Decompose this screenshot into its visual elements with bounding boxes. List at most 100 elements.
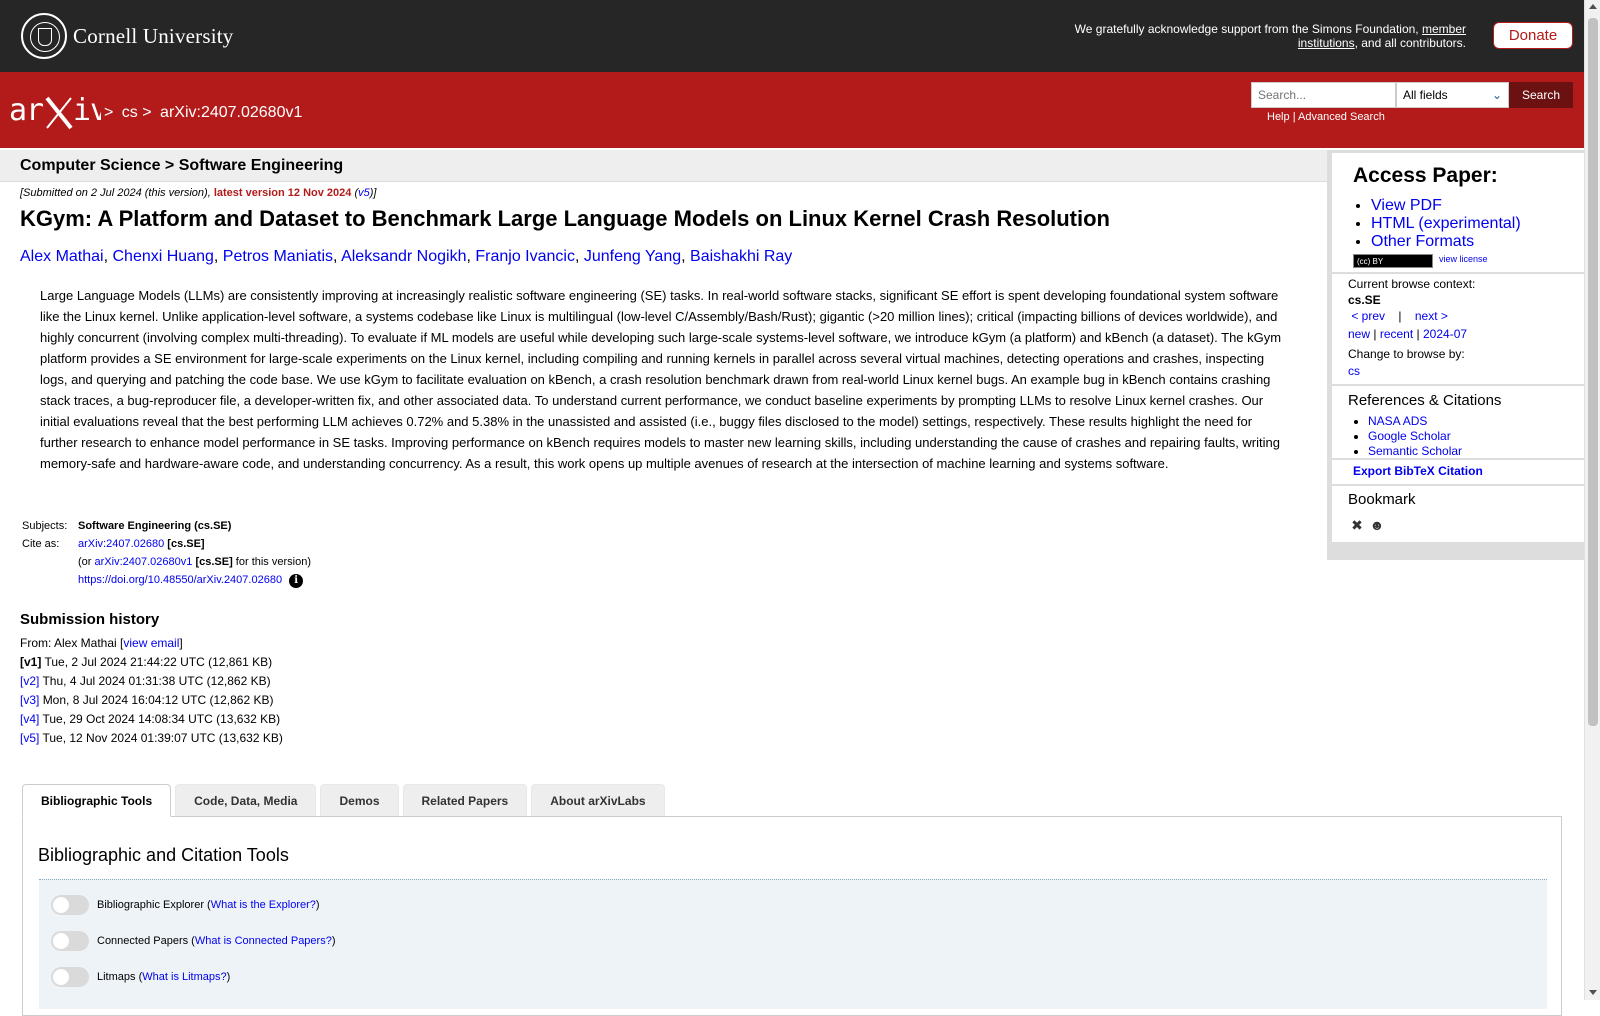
new-link[interactable]: new (1348, 327, 1370, 341)
explorer-help-link[interactable]: What is the Explorer? (211, 899, 316, 911)
advanced-search-link[interactable]: Advanced Search (1298, 111, 1385, 123)
references-box: References & Citations NASA ADS Google S… (1332, 386, 1585, 458)
arxiv-logo-icon: ar iv (9, 93, 108, 130)
view-license-link[interactable]: view license (1439, 254, 1488, 264)
cornell-logo[interactable]: Cornell University (21, 13, 234, 59)
view-email-link[interactable]: view email (123, 636, 179, 650)
scroll-thumb[interactable] (1588, 18, 1598, 726)
tab-about-arxivlabs[interactable]: About arXivLabs (531, 784, 665, 816)
tool-bibliographic-explorer: Bibliographic Explorer (What is the Expl… (51, 895, 320, 915)
chevron-down-icon: ⌄ (1491, 88, 1502, 102)
bibsonomy-icon[interactable]: ✖ (1348, 516, 1366, 534)
latest-version-link[interactable]: latest version 12 Nov 2024 (214, 187, 352, 199)
tab-bibliographic-tools[interactable]: Bibliographic Tools (22, 784, 172, 817)
version-link[interactable]: [v5] (20, 731, 39, 745)
help-link[interactable]: Help (1267, 111, 1290, 123)
month-link[interactable]: 2024-07 (1423, 327, 1467, 341)
version-row: [v3] Mon, 8 Jul 2024 16:04:12 UTC (12,86… (20, 693, 274, 707)
version-row: [v4] Tue, 29 Oct 2024 14:08:34 UTC (13,6… (20, 712, 281, 726)
search-input[interactable] (1251, 82, 1396, 108)
cc-license-badge[interactable]: (cc) BY (1353, 254, 1433, 268)
explorer-toggle[interactable] (51, 895, 89, 915)
abstract: Large Language Models (LLMs) are consist… (40, 288, 1282, 471)
author-link[interactable]: Franjo Ivancic (475, 248, 575, 265)
author-link[interactable]: Petros Maniatis (223, 248, 333, 265)
connected-papers-help-link[interactable]: What is Connected Papers? (195, 935, 332, 947)
browse-cs-link[interactable]: cs (1348, 364, 1360, 378)
recent-link[interactable]: recent (1380, 327, 1413, 341)
help-links: Help | Advanced Search (1267, 111, 1385, 123)
breadcrumb-cs[interactable]: cs (122, 104, 138, 121)
paper-title: KGym: A Platform and Dataset to Benchmar… (20, 206, 1110, 231)
version-row: [v2] Thu, 4 Jul 2024 01:31:38 UTC (12,86… (20, 674, 271, 688)
cornell-seal-icon (21, 13, 67, 59)
cite-id-link[interactable]: arXiv:2407.02680 (78, 538, 164, 550)
change-browse-label: Change to browse by: (1348, 347, 1465, 361)
access-paper-box: Access Paper: View PDF HTML (experimenta… (1332, 153, 1585, 272)
version-link[interactable]: [v3] (20, 693, 39, 707)
cite-label: Cite as: (22, 538, 60, 550)
arxiv-logo[interactable]: ar iv (9, 90, 108, 141)
author-link[interactable]: Baishakhi Ray (690, 248, 792, 265)
view-pdf-link[interactable]: View PDF (1371, 197, 1442, 214)
support-text: We gratefully acknowledge support from t… (1074, 22, 1466, 50)
tool-connected-papers: Connected Papers (What is Connected Pape… (51, 931, 336, 951)
author-link[interactable]: Alex Mathai (20, 248, 104, 265)
prev-link[interactable]: < prev (1351, 309, 1385, 323)
version-row: [v1] Tue, 2 Jul 2024 21:44:22 UTC (12,86… (20, 655, 273, 669)
litmaps-help-link[interactable]: What is Litmaps? (142, 971, 226, 983)
author-link[interactable]: Chenxi Huang (112, 248, 213, 265)
author-list: Alex Mathai, Chenxi Huang, Petros Maniat… (20, 248, 793, 265)
version-link[interactable]: [v2] (20, 674, 39, 688)
donate-button[interactable]: Donate (1493, 22, 1573, 49)
bibtex-box: Export BibTeX Citation (1332, 460, 1585, 484)
right-sidebar: Access Paper: View PDF HTML (experimenta… (1327, 150, 1585, 560)
version-row: [v5] Tue, 12 Nov 2024 01:39:07 UTC (13,6… (20, 731, 283, 745)
search-button[interactable]: Search (1509, 82, 1573, 108)
svg-text:iv: iv (73, 93, 101, 128)
access-paper-title: Access Paper: (1353, 164, 1498, 187)
submission-history-title: Submission history (20, 611, 160, 628)
author-link[interactable]: Junfeng Yang (584, 248, 681, 265)
search-field-select[interactable]: All fields ⌄ (1396, 82, 1509, 108)
subjects-value: Software Engineering (cs.SE) (78, 520, 232, 532)
breadcrumb-paper-id: arXiv:2407.02680v1 (160, 104, 303, 121)
access-links: View PDF HTML (experimental) Other Forma… (1371, 197, 1521, 251)
next-link[interactable]: next > (1415, 309, 1448, 323)
author-link[interactable]: Aleksandr Nogikh (341, 248, 466, 265)
cite-v1-link[interactable]: arXiv:2407.02680v1 (95, 556, 193, 568)
scroll-down-arrow-icon[interactable] (1589, 990, 1597, 995)
info-icon[interactable]: i (289, 574, 304, 588)
semantic-scholar-link[interactable]: Semantic Scholar (1368, 444, 1462, 458)
subjects-label: Subjects: (22, 520, 68, 532)
litmaps-toggle[interactable] (51, 967, 89, 987)
latest-version-number-link[interactable]: v5 (358, 187, 370, 199)
submission-history: From: Alex Mathai [view email] [v1] Tue,… (20, 634, 283, 748)
connected-papers-toggle[interactable] (51, 931, 89, 951)
html-link[interactable]: HTML (experimental) (1371, 215, 1521, 232)
svg-text:ar: ar (9, 93, 43, 128)
context-label: Current browse context: (1348, 277, 1476, 291)
tab-code-data-media[interactable]: Code, Data, Media (175, 784, 317, 816)
page-scrollbar[interactable] (1584, 0, 1600, 1000)
submission-dateline: [Submitted on 2 Jul 2024 (this version),… (20, 187, 377, 199)
breadcrumb: > cs > arXiv:2407.02680v1 (104, 104, 303, 121)
top-bar: Cornell University We gratefully acknowl… (0, 0, 1584, 72)
tools-title: Bibliographic and Citation Tools (38, 845, 289, 865)
doi-link[interactable]: https://doi.org/10.48550/arXiv.2407.0268… (78, 574, 282, 586)
reddit-icon[interactable]: ☻ (1368, 516, 1386, 534)
nasa-ads-link[interactable]: NASA ADS (1368, 414, 1427, 428)
scroll-up-arrow-icon[interactable] (1589, 4, 1597, 9)
version-link[interactable]: [v4] (20, 712, 39, 726)
export-bibtex-link[interactable]: Export BibTeX Citation (1353, 464, 1483, 478)
labs-tabs: Bibliographic Tools Code, Data, Media De… (22, 784, 669, 817)
tab-demos[interactable]: Demos (320, 784, 399, 816)
university-name: Cornell University (73, 23, 234, 48)
references-title: References & Citations (1348, 392, 1502, 409)
tab-related-papers[interactable]: Related Papers (402, 784, 528, 816)
category-header: Computer Science > Software Engineering (0, 150, 1327, 182)
google-scholar-link[interactable]: Google Scholar (1368, 429, 1451, 443)
browse-context-box: Current browse context: cs.SE < prev | n… (1332, 274, 1585, 384)
other-formats-link[interactable]: Other Formats (1371, 233, 1474, 250)
bookmark-box: Bookmark ✖ ☻ (1332, 486, 1585, 542)
